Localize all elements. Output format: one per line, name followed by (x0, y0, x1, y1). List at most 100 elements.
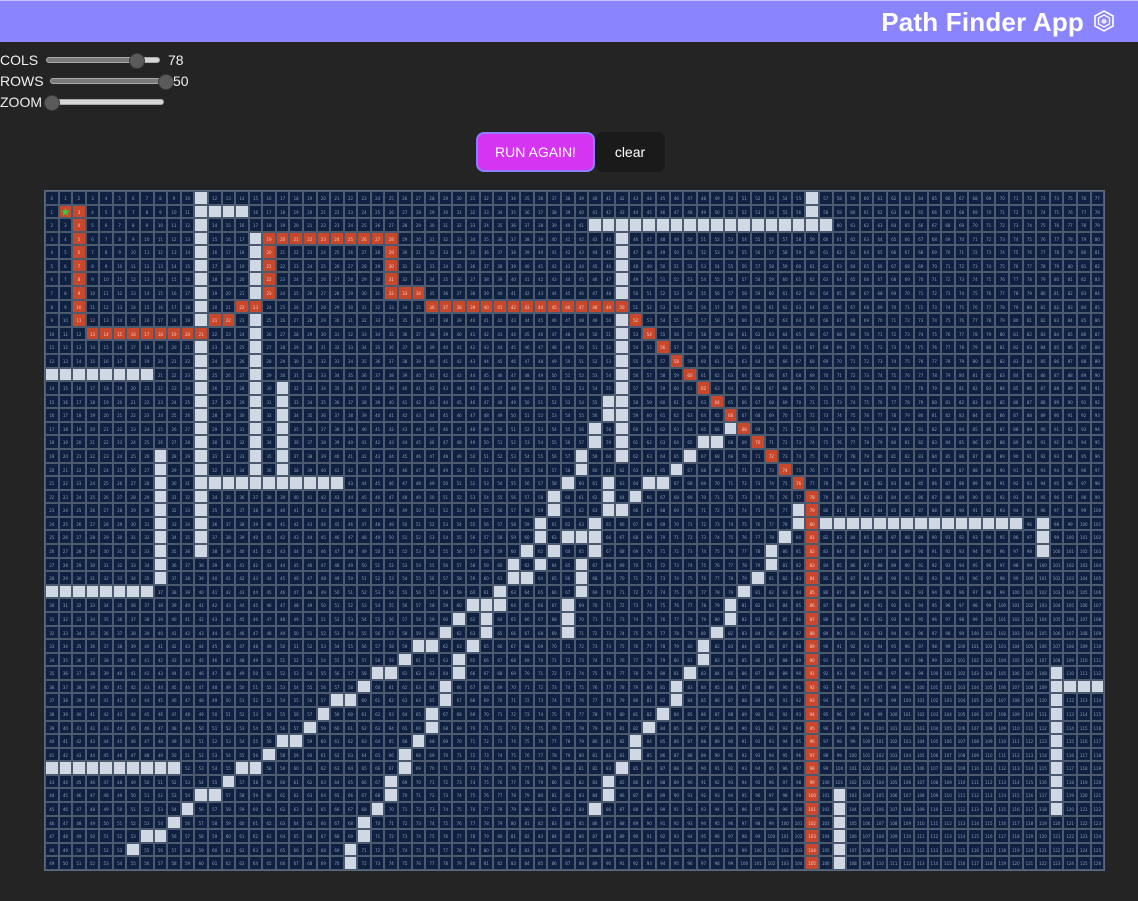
grid-cell[interactable]: 35 (493, 218, 507, 232)
grid-cell[interactable]: 96 (981, 557, 996, 572)
grid-cell[interactable]: 88 (751, 679, 765, 694)
grid-cell[interactable]: 67 (954, 191, 969, 205)
grid-cell[interactable]: 25 (357, 218, 371, 232)
grid-cell[interactable]: 75 (479, 774, 494, 789)
grid-cell[interactable]: 93 (954, 544, 969, 558)
grid-cell[interactable]: 61 (493, 571, 507, 585)
grid-cell[interactable]: 82 (601, 747, 616, 762)
grid-cell[interactable]: 49 (533, 367, 548, 382)
grid-cell[interactable]: 69 (465, 706, 480, 721)
grid-cell[interactable]: 21 (275, 245, 290, 259)
grid-cell[interactable]: 94 (1009, 503, 1023, 517)
grid-cell[interactable]: 85 (615, 774, 629, 789)
grid-cell[interactable]: 97 (696, 856, 711, 870)
grid-cell[interactable]: 46 (425, 435, 439, 449)
grid-cell[interactable]: 35 (384, 326, 399, 341)
grid-cell[interactable]: 64 (560, 544, 575, 558)
grid-cell[interactable]: 11 (126, 258, 141, 273)
wall-cell[interactable]: 36 (194, 530, 208, 545)
grid-cell[interactable]: 51 (642, 286, 657, 300)
grid-cell[interactable]: 44 (99, 734, 113, 748)
grid-cell[interactable]: 98 (1063, 503, 1077, 517)
grid-cell[interactable]: 47 (493, 381, 507, 395)
grid-cell[interactable]: 71 (954, 245, 969, 259)
grid-cell[interactable]: 45 (180, 666, 195, 680)
grid-cell[interactable]: 111 (900, 842, 914, 857)
grid-cell[interactable]: 34 (506, 191, 521, 205)
grid-cell[interactable]: 70 (954, 231, 969, 246)
path-cell[interactable]: 48 (588, 299, 602, 314)
grid-cell[interactable]: 51 (207, 720, 222, 735)
grid-cell[interactable]: 47 (384, 489, 399, 504)
grid-cell[interactable]: 64 (737, 367, 752, 382)
grid-cell[interactable]: 52 (479, 462, 494, 477)
grid-cell[interactable]: 68 (330, 829, 344, 843)
grid-cell[interactable]: 102 (1022, 598, 1037, 612)
grid-cell[interactable]: 87 (560, 856, 575, 870)
grid-cell[interactable]: 101 (1049, 557, 1064, 572)
grid-cell[interactable]: 38 (85, 666, 100, 680)
grid-cell[interactable]: 47 (85, 788, 100, 803)
grid-cell[interactable]: 43 (547, 272, 561, 287)
grid-cell[interactable]: 37 (343, 394, 358, 409)
grid-cell[interactable]: 19 (140, 353, 154, 368)
grid-cell[interactable]: 62 (262, 815, 276, 830)
grid-cell[interactable]: 96 (764, 774, 779, 789)
grid-cell[interactable]: 8 (126, 218, 141, 232)
grid-cell[interactable]: 89 (642, 802, 657, 816)
wall-cell[interactable]: 58 (805, 218, 819, 232)
grid-cell[interactable]: 33 (112, 571, 127, 585)
grid-cell[interactable]: 96 (818, 720, 833, 735)
grid-cell[interactable]: 57 (425, 584, 439, 599)
wall-cell[interactable]: 49 (683, 218, 697, 232)
grid-cell[interactable]: 60 (357, 693, 371, 707)
grid-cell[interactable]: 13 (140, 272, 154, 287)
grid-cell[interactable]: 25 (153, 421, 168, 436)
grid-cell[interactable]: 39 (398, 367, 412, 382)
grid-cell[interactable]: 12 (45, 353, 59, 368)
grid-cell[interactable]: 56 (669, 326, 684, 341)
grid-cell[interactable]: 16 (153, 299, 168, 314)
grid-cell[interactable]: 79 (832, 476, 847, 490)
path-cell[interactable]: 83 (805, 557, 819, 572)
grid-cell[interactable]: 71 (1009, 191, 1023, 205)
grid-cell[interactable]: 86 (560, 842, 575, 857)
grid-cell[interactable]: 47 (520, 353, 534, 368)
grid-cell[interactable]: 44 (235, 598, 249, 612)
grid-cell[interactable]: 69 (547, 625, 561, 640)
grid-cell[interactable]: 79 (601, 706, 616, 721)
grid-cell[interactable]: 65 (723, 394, 738, 409)
grid-cell[interactable]: 118 (1022, 815, 1037, 830)
grid-cell[interactable]: 49 (520, 381, 534, 395)
grid-cell[interactable]: 57 (207, 802, 222, 816)
grid-cell[interactable]: 101 (914, 693, 928, 707)
grid-cell[interactable]: 52 (167, 774, 181, 789)
grid-cell[interactable]: 51 (601, 326, 616, 341)
grid-cell[interactable]: 57 (465, 544, 480, 558)
grid-cell[interactable]: 76 (778, 489, 792, 504)
grid-cell[interactable]: 109 (1090, 625, 1105, 640)
grid-cell[interactable]: 90 (1049, 408, 1064, 422)
grid-cell[interactable]: 67 (778, 367, 792, 382)
grid-cell[interactable]: 64 (886, 218, 901, 232)
grid-cell[interactable]: 125 (1090, 842, 1105, 857)
grid-cell[interactable]: 51 (506, 421, 521, 436)
grid-cell[interactable]: 77 (696, 584, 711, 599)
path-cell[interactable]: 104 (805, 842, 819, 857)
grid-cell[interactable]: 90 (615, 842, 629, 857)
grid-cell[interactable]: 84 (900, 476, 914, 490)
grid-cell[interactable]: 62 (438, 639, 453, 653)
grid-cell[interactable]: 45 (235, 611, 249, 626)
grid-cell[interactable]: 50 (330, 584, 344, 599)
grid-cell[interactable]: 81 (954, 381, 969, 395)
grid-cell[interactable]: 44 (465, 367, 480, 382)
grid-cell[interactable]: 74 (846, 394, 860, 409)
grid-cell[interactable]: 56 (479, 516, 494, 531)
grid-cell[interactable]: 58 (357, 666, 371, 680)
grid-cell[interactable]: 82 (710, 639, 724, 653)
grid-cell[interactable]: 64 (302, 802, 317, 816)
grid-cell[interactable]: 15 (58, 381, 73, 395)
grid-cell[interactable]: 98 (764, 802, 779, 816)
grid-cell[interactable]: 22 (343, 191, 358, 205)
grid-cell[interactable]: 55 (289, 693, 303, 707)
